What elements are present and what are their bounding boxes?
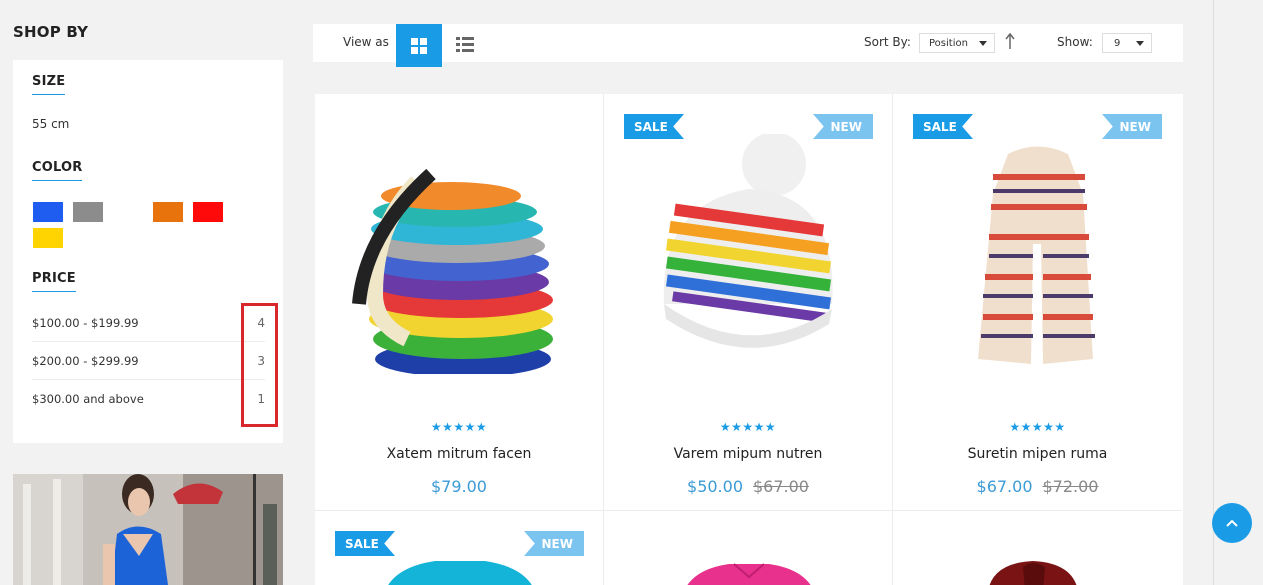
price-heading: PRICE [32,271,76,292]
price-range-1[interactable]: $100.00 - $199.99 4 [32,304,265,342]
color-swatch-white[interactable] [113,202,143,222]
product-image[interactable] [624,134,873,374]
product-name[interactable]: Varem mipum nutren [604,446,892,462]
product-name[interactable]: Xatem mitrum facen [315,446,603,462]
product-card[interactable] [604,511,893,585]
price-current: $79.00 [431,477,487,496]
product-card[interactable]: SALE NEW ★★★★★ Suretin mipen ruma $67.00… [893,94,1182,511]
product-price: $50.00 $67.00 [604,477,892,496]
view-as-label: View as [343,35,389,49]
product-name[interactable]: Suretin mipen ruma [893,446,1182,462]
product-image[interactable] [679,561,819,585]
color-swatch-orange[interactable] [153,202,183,222]
highlight-box [241,303,278,427]
color-swatch-yellow[interactable] [33,228,63,248]
chevron-down-icon [979,41,987,46]
scroll-to-top-button[interactable] [1212,503,1252,543]
price-range-label: $300.00 and above [32,392,144,406]
size-option[interactable]: 55 cm [32,117,69,131]
list-view-button[interactable] [453,34,477,54]
grid-view-button[interactable] [396,24,442,67]
price-old: $67.00 [753,477,809,496]
show-limit-value: 9 [1114,37,1121,49]
show-limit-select[interactable]: 9 [1102,33,1152,53]
rating-stars: ★★★★★ [430,420,488,434]
grid-icon [411,37,427,54]
color-swatch-gray[interactable] [73,202,103,222]
product-card[interactable]: ★★★★★ Xatem mitrum facen $79.00 [315,94,604,511]
price-old: $72.00 [1042,477,1099,496]
sort-by-select[interactable]: Position [919,33,995,53]
product-image[interactable] [375,557,545,585]
size-heading: SIZE [32,74,66,95]
product-price: $79.00 [315,477,603,496]
product-card[interactable]: SALE NEW ★★★★★ Varem mipum nutren $50.00… [604,94,893,511]
sort-direction-arrow-icon[interactable] [1004,32,1016,52]
color-heading: COLOR [32,160,83,181]
chevron-up-icon [1226,519,1238,527]
price-range-label: $200.00 - $299.99 [32,353,139,368]
price-range-2[interactable]: $200.00 - $299.99 3 [32,342,265,380]
list-icon [456,36,474,52]
chevron-down-icon [1136,41,1144,46]
promo-banner-image[interactable] [13,474,283,585]
show-label: Show: [1057,35,1093,49]
sort-by-label: Sort By: [864,35,911,49]
rating-stars: ★★★★★ [1009,420,1066,434]
price-current: $67.00 [976,477,1033,496]
shop-by-title: SHOP BY [13,23,89,41]
price-current: $50.00 [687,477,743,496]
catalog-toolbar: View as Sort By: Position Show: 9 [313,24,1183,67]
new-badge: NEW [524,531,584,556]
price-range-3[interactable]: $300.00 and above 1 [32,380,265,418]
sale-badge: SALE [335,531,395,556]
product-card[interactable] [893,511,1182,585]
page-divider [1213,0,1214,585]
product-image[interactable] [983,557,1083,585]
sort-by-value: Position [929,37,968,49]
product-card[interactable]: SALE NEW [315,511,604,585]
product-image[interactable] [913,134,1162,374]
rating-stars: ★★★★★ [719,420,777,434]
color-swatch-blue[interactable] [33,202,63,222]
color-swatch-red[interactable] [193,202,223,222]
product-grid: ★★★★★ Xatem mitrum facen $79.00 SALE NEW… [315,94,1183,585]
product-image[interactable] [335,134,584,374]
product-price: $67.00 $72.00 [893,477,1182,496]
price-range-label: $100.00 - $199.99 [32,315,139,330]
